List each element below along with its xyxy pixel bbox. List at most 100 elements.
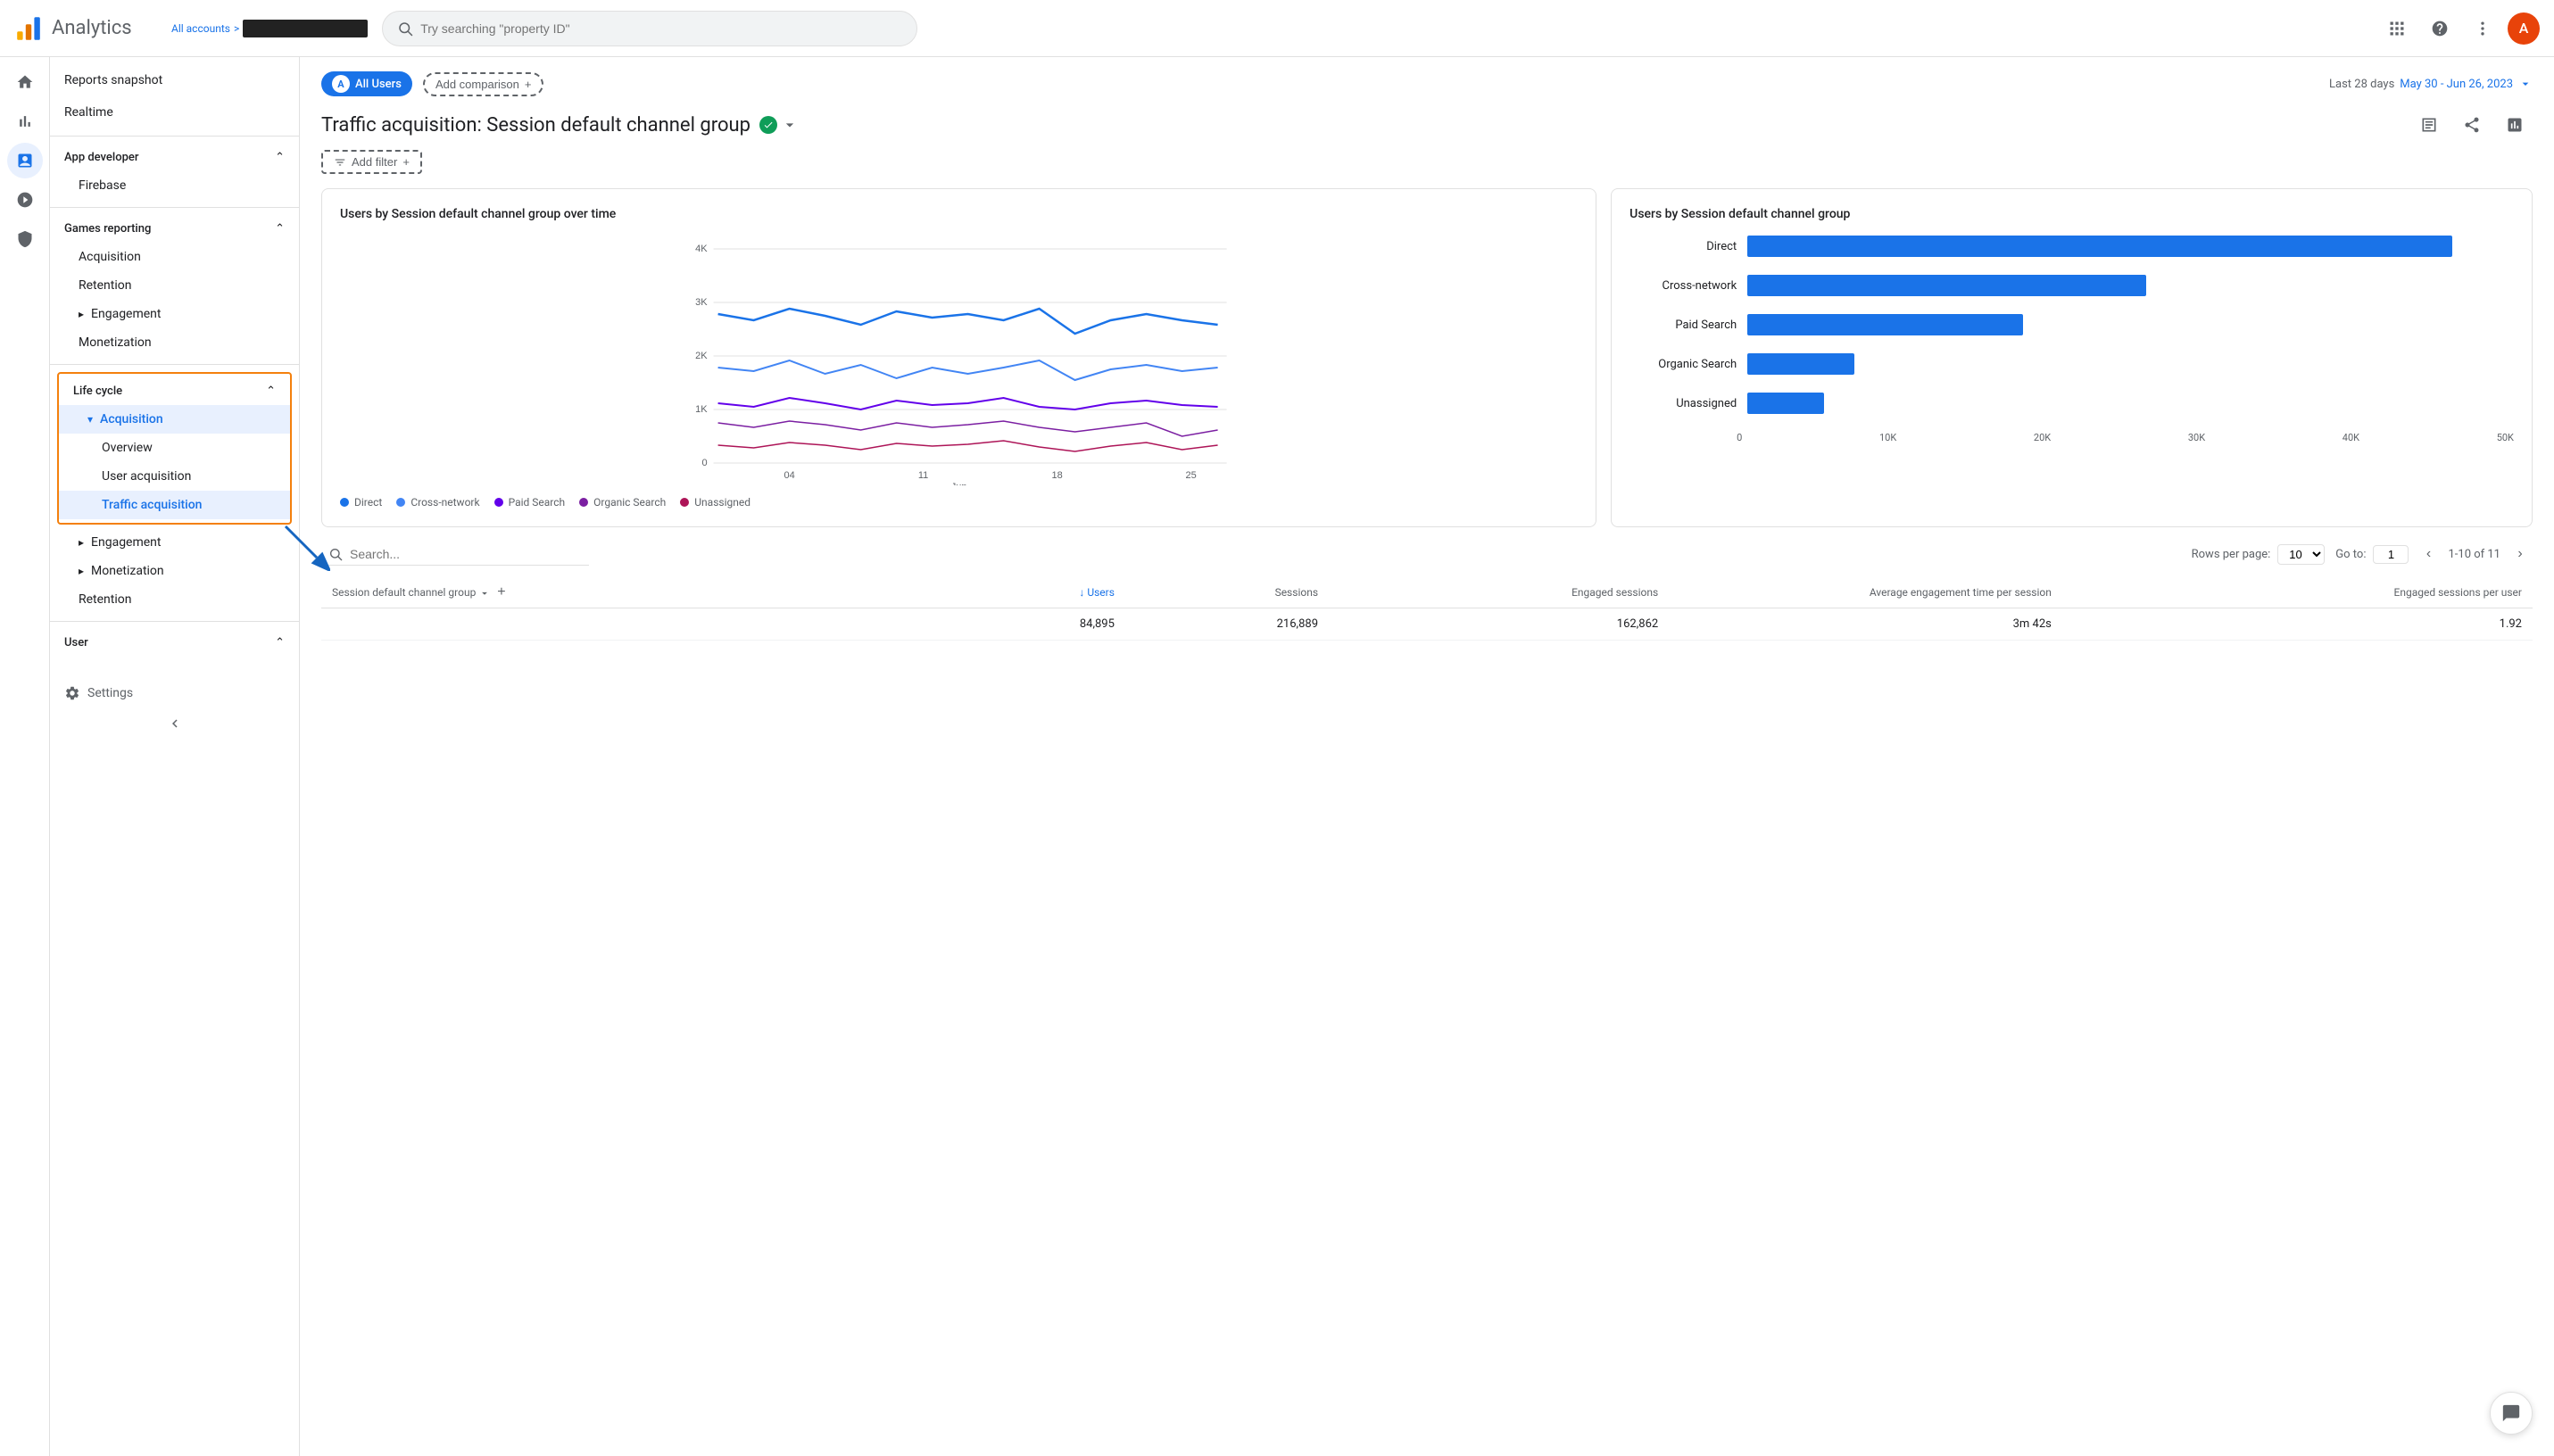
table-search[interactable] (321, 543, 589, 566)
main-layout: Reports snapshot Realtime App developer … (0, 57, 2554, 1456)
sidebar-section-games-reporting[interactable]: Games reporting ⌃ (50, 215, 299, 243)
table-icon (2420, 116, 2438, 134)
more-vert-icon-btn[interactable] (2465, 11, 2500, 46)
bar-x-40k: 40K (2343, 432, 2359, 443)
table-search-input[interactable] (350, 547, 582, 561)
td-engaged-per-user: 1.92 (2062, 608, 2533, 641)
search-bar[interactable] (382, 11, 917, 46)
th-sessions[interactable]: Sessions (1125, 577, 1329, 608)
chevron-left-icon (167, 716, 183, 732)
bar-track-crossnetwork (1747, 275, 2514, 296)
th-channel[interactable]: Session default channel group + (321, 577, 947, 608)
chevron-right-icon-2: ▸ (79, 536, 84, 549)
sidebar-item-lc-monetization[interactable]: ▸ Monetization (50, 557, 299, 585)
sidebar-collapse-btn[interactable] (50, 708, 299, 739)
nav-advertising-btn[interactable] (7, 221, 43, 257)
sidebar-item-lc-acquisition[interactable]: ▾ Acquisition (59, 405, 290, 434)
help-icon (2431, 20, 2449, 37)
rows-per-page-select[interactable]: 10 25 50 (2277, 544, 2325, 565)
sidebar-section-lifecycle[interactable]: Life cycle ⌃ (59, 377, 290, 405)
pagination: Go to: ‹ 1-10 of 11 › (2335, 542, 2533, 567)
nav-explore-btn[interactable] (7, 182, 43, 218)
date-selector[interactable]: Last 28 days May 30 - Jun 26, 2023 (2329, 77, 2533, 91)
legend-dot-direct (340, 498, 349, 507)
bar-label-paid-search: Paid Search (1629, 318, 1737, 332)
share-btn[interactable] (2454, 107, 2490, 143)
sidebar-item-lc-overview[interactable]: Overview (59, 434, 290, 462)
sidebar-section-app-developer[interactable]: App developer ⌃ (50, 144, 299, 171)
nav-home-btn[interactable] (7, 64, 43, 100)
svg-text:11: 11 (918, 470, 928, 481)
next-page-btn[interactable]: › (2508, 542, 2533, 567)
bar-x-50k: 50K (2497, 432, 2514, 443)
svg-text:2K: 2K (695, 351, 708, 361)
sidebar-item-reports-snapshot[interactable]: Reports snapshot (50, 64, 299, 96)
breadcrumb-sep: > (234, 22, 239, 35)
svg-text:4K: 4K (695, 244, 708, 254)
th-avg-time[interactable]: Average engagement time per session (1669, 577, 2062, 608)
chevron-down-icon: ▾ (87, 413, 93, 426)
bar-label-direct: Direct (1629, 240, 1737, 253)
prev-page-btn[interactable]: ‹ (2416, 542, 2441, 567)
chat-btn[interactable] (2490, 1392, 2533, 1435)
grid-icon (2388, 20, 2406, 37)
sidebar-item-lc-user-acquisition[interactable]: User acquisition (59, 462, 290, 491)
sidebar-item-realtime[interactable]: Realtime (50, 96, 299, 128)
insights-btn[interactable] (2497, 107, 2533, 143)
legend-label-unassigned: Unassigned (694, 496, 750, 509)
chevron-right-icon: ▸ (79, 308, 84, 320)
td-sessions: 216,889 (1125, 608, 1329, 641)
svg-text:3K: 3K (695, 297, 708, 308)
top-header: Analytics All accounts > (0, 0, 2554, 57)
sidebar-item-firebase[interactable]: Firebase (50, 171, 299, 200)
th-users[interactable]: ↓ Users (947, 577, 1125, 608)
filter-plus-icon (334, 156, 346, 169)
user-chip[interactable]: A All Users (321, 71, 412, 96)
sidebar-divider-2 (50, 207, 299, 208)
grid-icon-btn[interactable] (2379, 11, 2415, 46)
page-title-row: Traffic acquisition: Session default cha… (321, 107, 2533, 143)
share-icon (2463, 116, 2481, 134)
rows-per-page-label: Rows per page: (2192, 548, 2271, 561)
add-comparison-label: Add comparison (435, 78, 519, 91)
add-dimension-btn[interactable]: + (493, 584, 509, 600)
breadcrumb-all-accounts[interactable]: All accounts (171, 22, 230, 35)
th-engaged-sessions[interactable]: Engaged sessions (1329, 577, 1669, 608)
sidebar-section-user[interactable]: User ⌃ (50, 629, 299, 657)
add-comparison-btn[interactable]: Add comparison + (423, 72, 544, 96)
insights-icon (2506, 116, 2524, 134)
user-chip-avatar: A (332, 75, 350, 93)
bar-fill-direct (1747, 236, 2452, 257)
title-status[interactable] (759, 116, 799, 134)
sidebar-item-games-retention[interactable]: Retention (50, 271, 299, 300)
charts-row: Users by Session default channel group o… (321, 188, 2533, 527)
sidebar-item-games-engagement[interactable]: ▸ Engagement (50, 300, 299, 328)
nav-icons (0, 57, 50, 1456)
sidebar-item-games-acquisition[interactable]: Acquisition (50, 243, 299, 271)
settings-btn[interactable]: Settings (50, 678, 299, 708)
th-engaged-per-user[interactable]: Engaged sessions per user (2062, 577, 2533, 608)
sidebar-item-games-monetization[interactable]: Monetization (50, 328, 299, 357)
bar-label-organic-search: Organic Search (1629, 358, 1737, 371)
nav-bar-chart-btn[interactable] (7, 103, 43, 139)
goto-input[interactable] (2373, 545, 2409, 564)
user-avatar[interactable]: A (2508, 12, 2540, 45)
chart-legend: Direct Cross-network Paid Search Organic… (340, 496, 1578, 509)
sidebar-item-lc-retention[interactable]: Retention (50, 585, 299, 614)
bar-chart-icon (16, 112, 34, 130)
bar-track-organic-search (1747, 353, 2514, 375)
sidebar-item-lc-engagement[interactable]: ▸ Engagement (50, 528, 299, 557)
table-controls: Rows per page: 10 25 50 Go to: ‹ 1-10 of… (321, 542, 2533, 567)
nav-reports-btn[interactable] (7, 143, 43, 178)
table-view-btn[interactable] (2411, 107, 2447, 143)
bar-track-paid-search (1747, 314, 2514, 335)
bar-x-30k: 30K (2188, 432, 2205, 443)
bar-track-unassigned (1747, 393, 2514, 414)
search-input[interactable] (420, 21, 902, 36)
bar-fill-unassigned (1747, 393, 1824, 414)
table-search-icon (328, 547, 343, 561)
page-title: Traffic acquisition: Session default cha… (321, 114, 750, 136)
add-filter-btn[interactable]: Add filter + (321, 150, 422, 174)
help-icon-btn[interactable] (2422, 11, 2458, 46)
sidebar-item-lc-traffic-acquisition[interactable]: Traffic acquisition (59, 491, 290, 519)
